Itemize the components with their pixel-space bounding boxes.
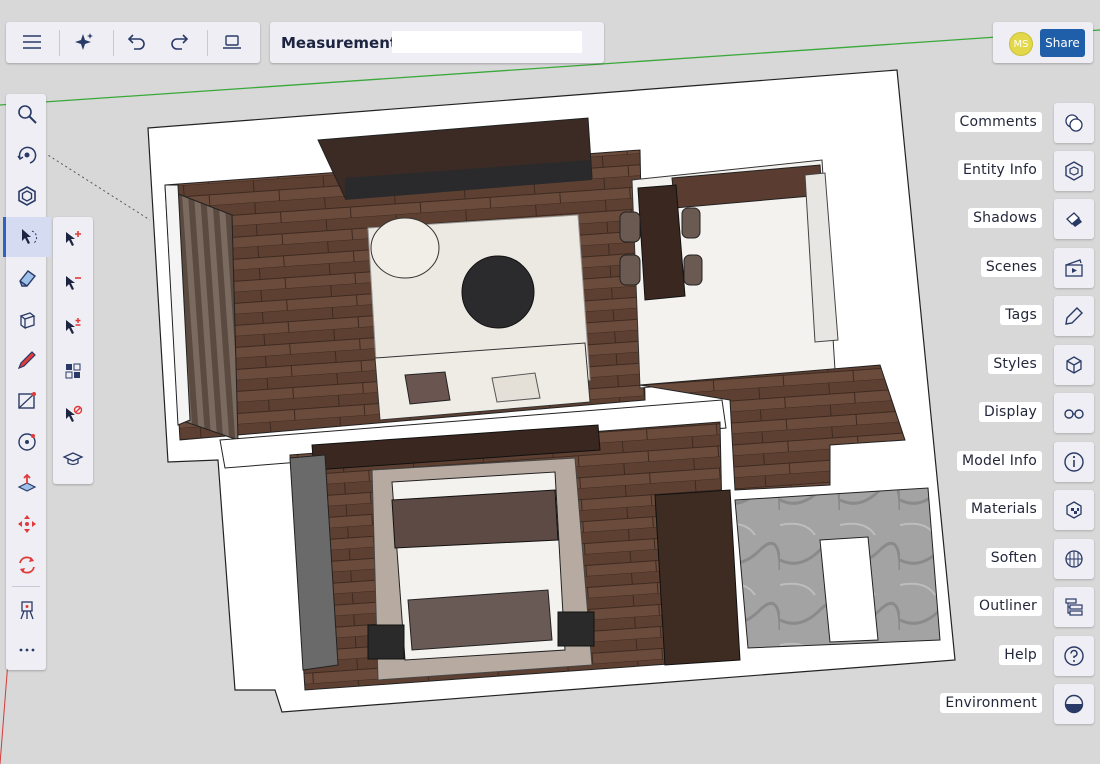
panel-label[interactable]: Scenes bbox=[980, 257, 1042, 277]
bed-pillows bbox=[407, 589, 553, 651]
floor-plan-model[interactable] bbox=[147, 69, 956, 713]
move-icon[interactable] bbox=[6, 504, 48, 544]
document-title[interactable]: Measurements bbox=[281, 34, 406, 52]
nightstand-left bbox=[367, 624, 405, 660]
bathroom-door-frame bbox=[819, 536, 879, 643]
avatar[interactable]: MS bbox=[1009, 32, 1033, 56]
palette-divider bbox=[12, 586, 40, 587]
push-pull-icon[interactable] bbox=[6, 299, 48, 339]
components-icon[interactable] bbox=[6, 176, 48, 216]
info-icon[interactable] bbox=[1054, 442, 1094, 482]
pencil-icon[interactable] bbox=[6, 340, 48, 380]
easel-icon[interactable] bbox=[6, 590, 48, 630]
shadows-icon[interactable] bbox=[1054, 199, 1094, 239]
select-subtract-icon[interactable] bbox=[53, 261, 93, 305]
more-icon[interactable] bbox=[6, 630, 48, 670]
redo-icon[interactable] bbox=[156, 22, 204, 62]
dining-chair bbox=[619, 254, 641, 286]
outliner-icon[interactable] bbox=[1054, 587, 1094, 627]
dining-chair bbox=[683, 254, 703, 286]
materials-icon[interactable] bbox=[1054, 490, 1094, 530]
scenes-icon[interactable] bbox=[1054, 248, 1094, 288]
environment-icon[interactable] bbox=[1054, 684, 1094, 724]
panel-label[interactable]: Styles bbox=[988, 354, 1042, 374]
share-button[interactable]: Share bbox=[1040, 29, 1085, 57]
bed-blanket bbox=[391, 489, 559, 549]
sofa-cushion bbox=[404, 371, 451, 405]
armchair bbox=[370, 217, 440, 279]
comments-icon[interactable] bbox=[1054, 103, 1094, 143]
tool-palette bbox=[3, 94, 51, 670]
sofa-cushion bbox=[491, 372, 541, 403]
dotted-guide bbox=[39, 149, 151, 221]
panel-label[interactable]: Soften bbox=[985, 548, 1042, 568]
circle-icon[interactable] bbox=[6, 422, 48, 462]
graduation-cap-icon[interactable] bbox=[53, 437, 93, 481]
top-toolbar bbox=[6, 22, 260, 63]
select-none-icon[interactable] bbox=[53, 393, 93, 437]
rotate-icon[interactable] bbox=[6, 545, 48, 585]
undo-icon[interactable] bbox=[112, 22, 160, 62]
wardrobe bbox=[654, 489, 741, 666]
select-all-icon[interactable] bbox=[53, 349, 93, 393]
glasses-icon[interactable] bbox=[1054, 393, 1094, 433]
dining-chair bbox=[681, 207, 701, 239]
sparkle-icon[interactable] bbox=[60, 22, 108, 62]
select-icon[interactable] bbox=[3, 217, 51, 257]
dining-chair bbox=[619, 211, 641, 243]
panel-label[interactable]: Help bbox=[999, 645, 1042, 665]
rectangle-icon[interactable] bbox=[6, 381, 48, 421]
tags-icon[interactable] bbox=[1054, 296, 1094, 336]
hamburger-icon[interactable] bbox=[8, 22, 56, 62]
round-coffee-table bbox=[461, 255, 535, 329]
panel-label[interactable]: Comments bbox=[954, 112, 1042, 132]
nightstand-right bbox=[557, 611, 595, 647]
document-title-panel: Measurements bbox=[270, 22, 604, 63]
model-viewport[interactable] bbox=[0, 0, 1100, 764]
panel-label[interactable]: Outliner bbox=[973, 596, 1042, 616]
panel-label[interactable]: Tags bbox=[1000, 305, 1042, 325]
help-icon[interactable] bbox=[1054, 636, 1094, 676]
eraser-icon[interactable] bbox=[6, 258, 48, 298]
extrude-icon[interactable] bbox=[6, 463, 48, 503]
select-toggle-icon[interactable] bbox=[53, 305, 93, 349]
panel-label[interactable]: Materials bbox=[966, 499, 1042, 519]
document-title-field[interactable] bbox=[392, 31, 582, 53]
search-icon[interactable] bbox=[6, 94, 48, 134]
select-subtools-palette bbox=[53, 217, 93, 484]
panel-label[interactable]: Display bbox=[978, 402, 1042, 422]
user-share-panel: MS Share bbox=[993, 22, 1093, 63]
entity-info-icon[interactable] bbox=[1054, 151, 1094, 191]
styles-icon[interactable] bbox=[1054, 345, 1094, 385]
panel-label[interactable]: Environment bbox=[940, 693, 1042, 713]
panel-label[interactable]: Shadows bbox=[968, 208, 1042, 228]
orbit-icon[interactable] bbox=[6, 135, 48, 175]
laptop-icon[interactable] bbox=[208, 22, 256, 62]
soften-icon[interactable] bbox=[1054, 539, 1094, 579]
panel-label[interactable]: Model Info bbox=[957, 451, 1042, 471]
select-add-icon[interactable] bbox=[53, 217, 93, 261]
panel-label[interactable]: Entity Info bbox=[957, 160, 1042, 180]
